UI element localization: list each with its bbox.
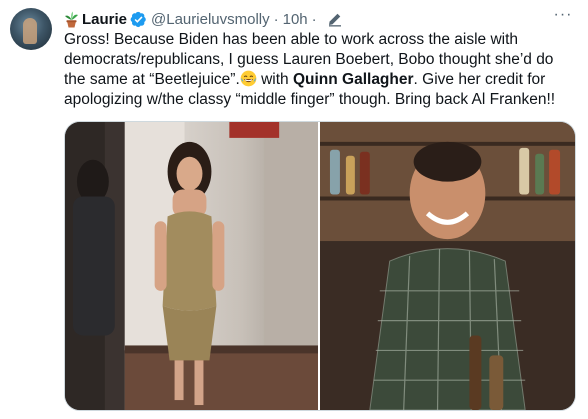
photo-man-at-bar[interactable] bbox=[320, 122, 575, 410]
tweet-text-line: democrats/republicans, I guess Lauren Bo… bbox=[64, 51, 554, 68]
author-handle[interactable]: @Laurieluvsmolly bbox=[151, 11, 270, 28]
tweet-text-segment: the same at “Beetlejuice”. bbox=[64, 71, 240, 88]
tweet-header: Laurie @Laurieluvsmolly · 10h · bbox=[64, 9, 343, 29]
header-separator: · bbox=[273, 10, 279, 28]
edit-pencil-icon[interactable] bbox=[327, 11, 343, 27]
tweet-timestamp[interactable]: 10h bbox=[283, 11, 308, 28]
tweet-text: Gross! Because Biden has been able to wo… bbox=[64, 30, 576, 110]
tweet[interactable]: Laurie @Laurieluvsmolly · 10h · ··· Gros… bbox=[0, 0, 588, 419]
author-avatar[interactable] bbox=[10, 8, 52, 50]
tweet-text-line: the same at “Beetlejuice”. with Quinn Ga… bbox=[64, 70, 576, 90]
tweet-text-segment: with bbox=[256, 71, 293, 88]
photo-woman-in-hallway[interactable] bbox=[65, 122, 318, 410]
verified-badge-icon bbox=[130, 11, 147, 28]
mention-quinn-gallagher[interactable]: Quinn Gallagher bbox=[293, 71, 414, 88]
author-display-name[interactable]: Laurie bbox=[82, 11, 127, 28]
face-with-tears-of-joy-icon bbox=[240, 70, 257, 87]
tweet-text-line: Gross! Because Biden has been able to wo… bbox=[64, 31, 519, 48]
header-separator-2: · bbox=[311, 10, 317, 28]
tweet-media bbox=[64, 121, 576, 411]
tweet-text-segment: . Give her credit for bbox=[413, 71, 546, 88]
tweet-text-line: apologizing w/the classy “middle finger”… bbox=[64, 91, 556, 108]
avatar-figure bbox=[23, 18, 37, 44]
potted-plant-icon bbox=[64, 11, 79, 28]
more-options-icon[interactable]: ··· bbox=[552, 7, 574, 26]
